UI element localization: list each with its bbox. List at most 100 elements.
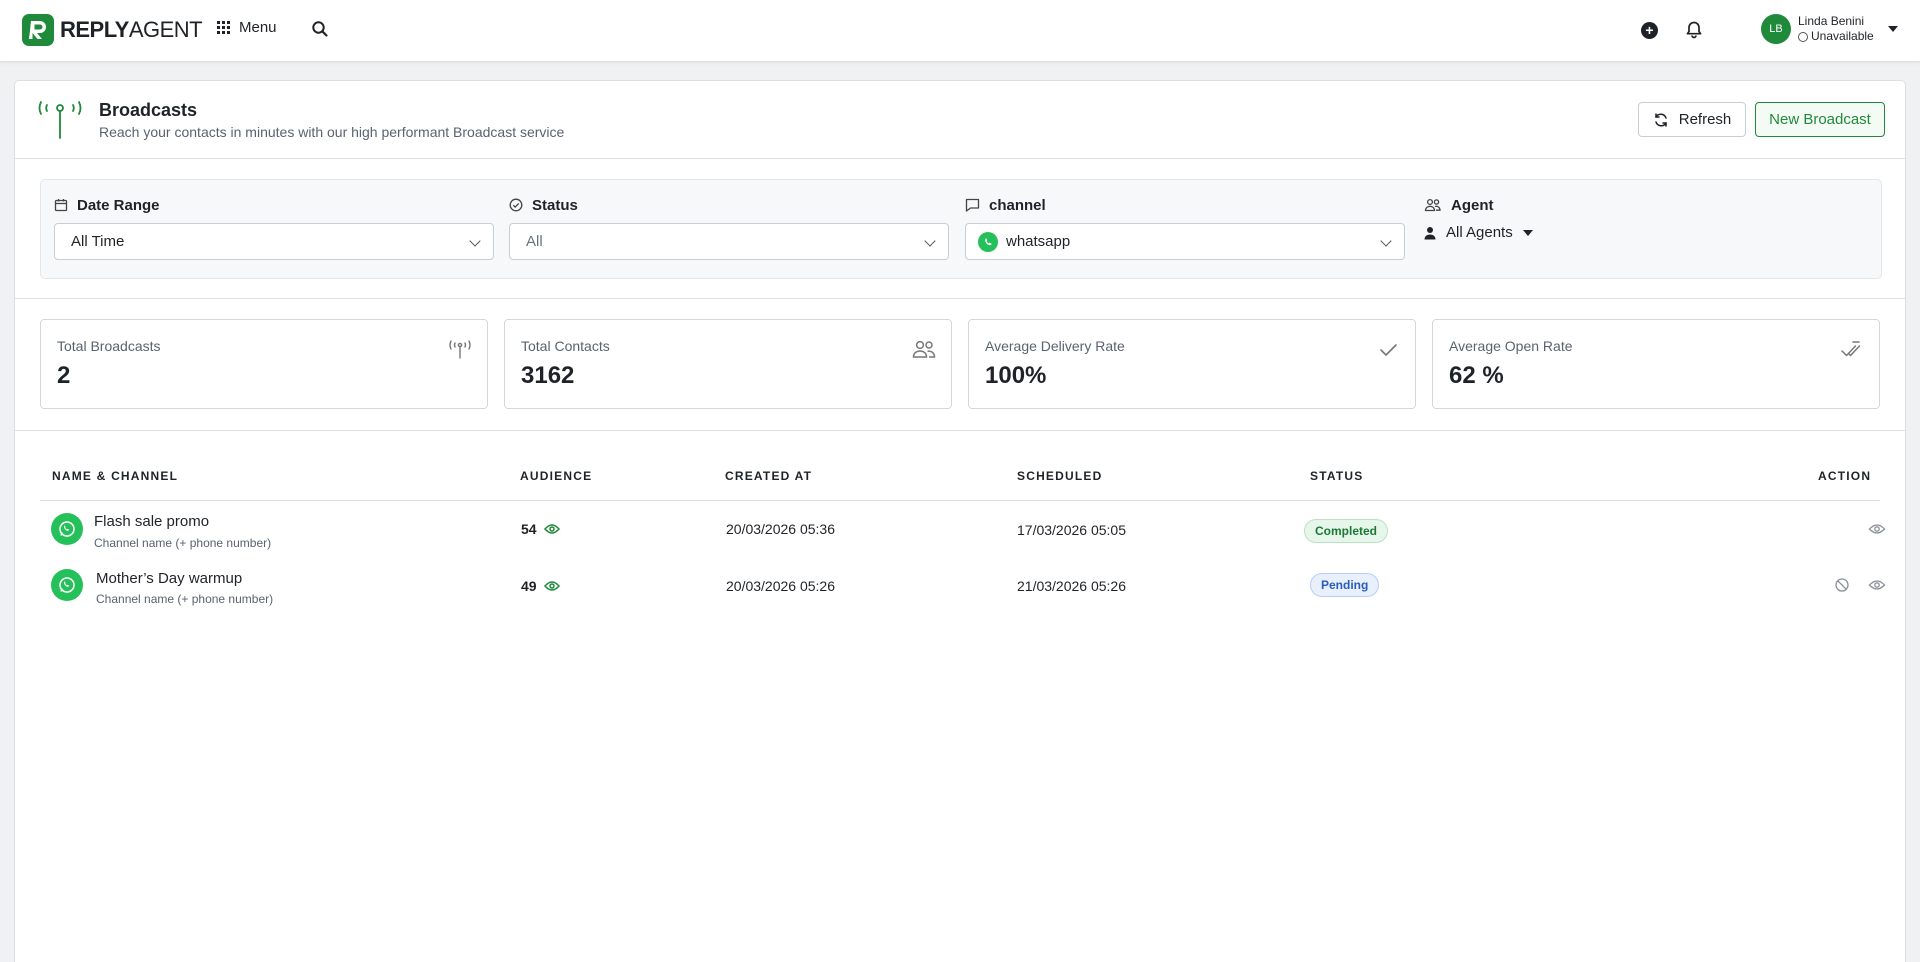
audience-count: 49 bbox=[521, 578, 537, 594]
scheduled-cell: 17/03/2026 05:05 bbox=[1017, 522, 1126, 538]
logo-mark-icon bbox=[22, 14, 54, 46]
filters-card: Date Range All Time Status All channel w… bbox=[40, 179, 1882, 279]
add-icon[interactable]: + bbox=[1641, 22, 1658, 39]
calendar-icon bbox=[54, 199, 68, 212]
agent-label: Agent bbox=[1451, 196, 1494, 214]
chevron-down-icon bbox=[924, 235, 936, 247]
view-icon[interactable] bbox=[1868, 576, 1886, 594]
stat-label: Average Delivery Rate bbox=[985, 338, 1125, 354]
page-subtitle: Reach your contacts in minutes with our … bbox=[99, 124, 565, 140]
stat-value: 62 % bbox=[1449, 362, 1504, 389]
new-broadcast-button[interactable]: New Broadcast bbox=[1755, 102, 1885, 137]
status-filter: Status All bbox=[509, 196, 949, 260]
status-circle-icon bbox=[1798, 31, 1808, 42]
status-value: All bbox=[526, 233, 543, 250]
double-check-icon bbox=[1839, 338, 1865, 362]
date-range-value: All Time bbox=[71, 233, 125, 250]
channel-select[interactable]: whatsapp bbox=[965, 223, 1405, 260]
created-at-cell: 20/03/2026 05:36 bbox=[726, 521, 835, 537]
audience-cell[interactable]: 49 bbox=[521, 578, 560, 594]
notifications-bell-icon[interactable] bbox=[1684, 20, 1704, 40]
broadcast-antenna-icon bbox=[35, 98, 85, 140]
stat-label: Total Broadcasts bbox=[57, 338, 161, 354]
user-info: Linda Benini Unavailable bbox=[1798, 14, 1874, 44]
menu-label: Menu bbox=[239, 19, 277, 36]
column-header-created-at[interactable]: CREATED AT bbox=[725, 469, 812, 483]
agent-filter: Agent All Agents bbox=[1424, 196, 1624, 241]
agent-value: All Agents bbox=[1446, 224, 1513, 241]
avatar: LB bbox=[1761, 14, 1791, 44]
logo-text-bold: REPLY bbox=[60, 17, 129, 42]
refresh-label: Refresh bbox=[1678, 111, 1732, 128]
refresh-button[interactable]: Refresh bbox=[1638, 102, 1746, 137]
eye-icon bbox=[543, 581, 560, 591]
date-range-filter: Date Range All Time bbox=[54, 196, 494, 260]
whatsapp-icon bbox=[51, 569, 83, 601]
broadcast-channel: Channel name (+ phone number) bbox=[96, 592, 274, 606]
stat-label: Total Contacts bbox=[521, 338, 610, 354]
filters-section: Date Range All Time Status All channel w… bbox=[15, 159, 1905, 299]
created-at-cell: 20/03/2026 05:26 bbox=[726, 578, 835, 594]
status-badge: Pending bbox=[1310, 573, 1380, 597]
audience-cell[interactable]: 54 bbox=[521, 521, 560, 537]
status-badge: Completed bbox=[1304, 519, 1389, 543]
page-title: Broadcasts bbox=[99, 100, 198, 120]
search-icon[interactable] bbox=[311, 20, 329, 38]
whatsapp-icon bbox=[978, 231, 998, 252]
check-icon bbox=[1375, 338, 1401, 362]
channel-filter: channel whatsapp bbox=[965, 196, 1405, 260]
stats-section: Total Broadcasts 2 Total Contacts 3162 A… bbox=[15, 299, 1905, 431]
stat-card-total-contacts: Total Contacts 3162 bbox=[504, 319, 952, 409]
caret-down-icon bbox=[1522, 229, 1533, 236]
page-header: Broadcasts Reach your contacts in minute… bbox=[15, 81, 1905, 159]
audience-count: 54 bbox=[521, 521, 537, 537]
column-header-action: ACTION bbox=[1818, 469, 1872, 483]
grid-icon bbox=[217, 21, 230, 34]
stat-card-average-open-rate: Average Open Rate 62 % bbox=[1432, 319, 1880, 409]
channel-value: whatsapp bbox=[1006, 233, 1071, 250]
user-status-label: Unavailable bbox=[1811, 29, 1874, 43]
stat-card-total-broadcasts: Total Broadcasts 2 bbox=[40, 319, 488, 409]
replyagent-logo[interactable]: REPLYAGENT bbox=[22, 14, 203, 46]
refresh-icon bbox=[1654, 112, 1667, 127]
channel-label: channel bbox=[989, 196, 1046, 214]
chevron-down-icon bbox=[1380, 235, 1392, 247]
stat-value: 100% bbox=[985, 362, 1047, 389]
whatsapp-icon bbox=[51, 513, 83, 545]
stat-label: Average Open Rate bbox=[1449, 338, 1573, 354]
broadcast-name[interactable]: Mother’s Day warmup bbox=[96, 570, 242, 587]
top-navigation-bar: REPLYAGENT Menu + LB Linda Benini Unavai… bbox=[0, 0, 1920, 62]
chat-bubble-icon bbox=[965, 198, 980, 212]
eye-icon bbox=[543, 524, 560, 534]
column-header-status[interactable]: STATUS bbox=[1310, 469, 1363, 483]
chevron-down-icon bbox=[469, 235, 481, 247]
stat-value: 2 bbox=[57, 362, 71, 389]
column-header-name-channel[interactable]: NAME & CHANNEL bbox=[52, 469, 178, 483]
view-icon[interactable] bbox=[1868, 520, 1886, 538]
date-range-label: Date Range bbox=[77, 196, 160, 214]
stat-card-average-delivery-rate: Average Delivery Rate 100% bbox=[968, 319, 1416, 409]
broadcasts-panel: Broadcasts Reach your contacts in minute… bbox=[14, 80, 1906, 962]
check-circle-icon bbox=[509, 198, 523, 212]
users-icon bbox=[1424, 198, 1441, 212]
user-menu[interactable]: LB Linda Benini Unavailable bbox=[1761, 14, 1898, 44]
user-icon bbox=[1424, 226, 1436, 239]
user-status: Unavailable bbox=[1798, 29, 1874, 44]
broadcast-name[interactable]: Flash sale promo bbox=[94, 513, 209, 530]
users-icon bbox=[911, 338, 937, 362]
table-row[interactable]: Mother’s Day warmup Channel name (+ phon… bbox=[40, 557, 1886, 613]
column-header-audience[interactable]: AUDIENCE bbox=[520, 469, 592, 483]
column-header-scheduled[interactable]: SCHEDULED bbox=[1017, 469, 1102, 483]
status-label: Status bbox=[532, 196, 578, 214]
stat-value: 3162 bbox=[521, 362, 575, 389]
date-range-select[interactable]: All Time bbox=[54, 223, 494, 260]
status-select[interactable]: All bbox=[509, 223, 949, 260]
broadcast-icon bbox=[447, 338, 473, 362]
cancel-icon[interactable] bbox=[1833, 576, 1851, 594]
user-name: Linda Benini bbox=[1798, 14, 1865, 28]
menu-button[interactable]: Menu bbox=[217, 19, 277, 36]
logo-text-light: AGENT bbox=[128, 17, 203, 42]
table-row[interactable]: Flash sale promo Channel name (+ phone n… bbox=[40, 501, 1886, 557]
agent-select[interactable]: All Agents bbox=[1424, 224, 1624, 241]
broadcasts-table: NAME & CHANNEL AUDIENCE CREATED AT SCHED… bbox=[15, 431, 1905, 613]
